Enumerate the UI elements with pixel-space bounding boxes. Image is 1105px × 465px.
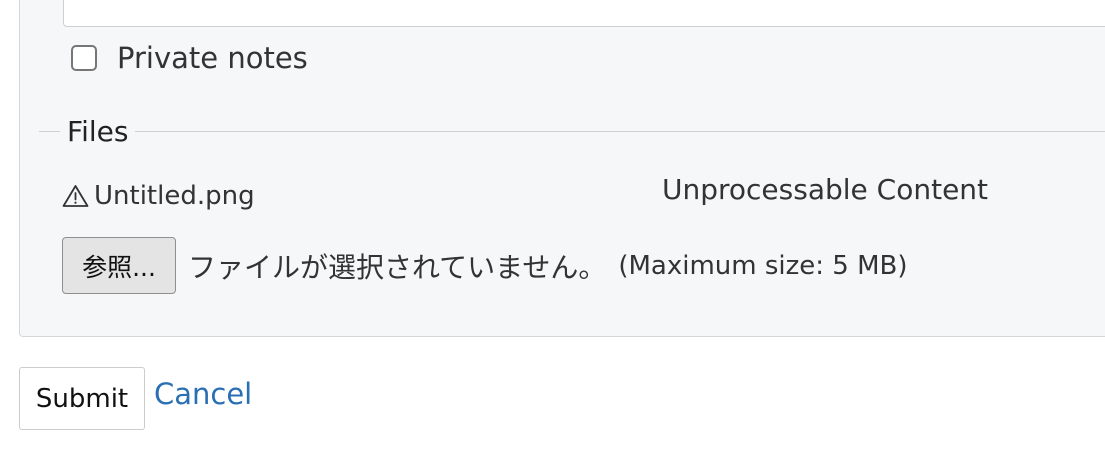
cancel-link[interactable]: Cancel [154, 377, 252, 411]
private-notes-checkbox[interactable] [71, 45, 97, 71]
max-size-text: (Maximum size: 5 MB) [618, 250, 908, 281]
warning-icon [62, 185, 89, 207]
private-notes-row: Private notes [71, 40, 308, 76]
browse-button[interactable]: 参照... [62, 237, 176, 294]
notes-textarea[interactable] [63, 0, 1105, 27]
files-legend: Files [60, 115, 136, 148]
private-notes-label[interactable]: Private notes [117, 41, 308, 75]
attachment-status: Unprocessable Content [662, 173, 989, 206]
file-input-row: 参照... ファイルが選択されていません。 (Maximum size: 5 M… [62, 237, 908, 294]
attachment-item: Untitled.png [62, 176, 255, 216]
attachment-filename: Untitled.png [94, 181, 255, 211]
files-fieldset-border [39, 131, 1105, 132]
no-file-selected-text: ファイルが選択されていません。 [188, 250, 607, 284]
submit-button[interactable]: Submit [19, 367, 145, 430]
